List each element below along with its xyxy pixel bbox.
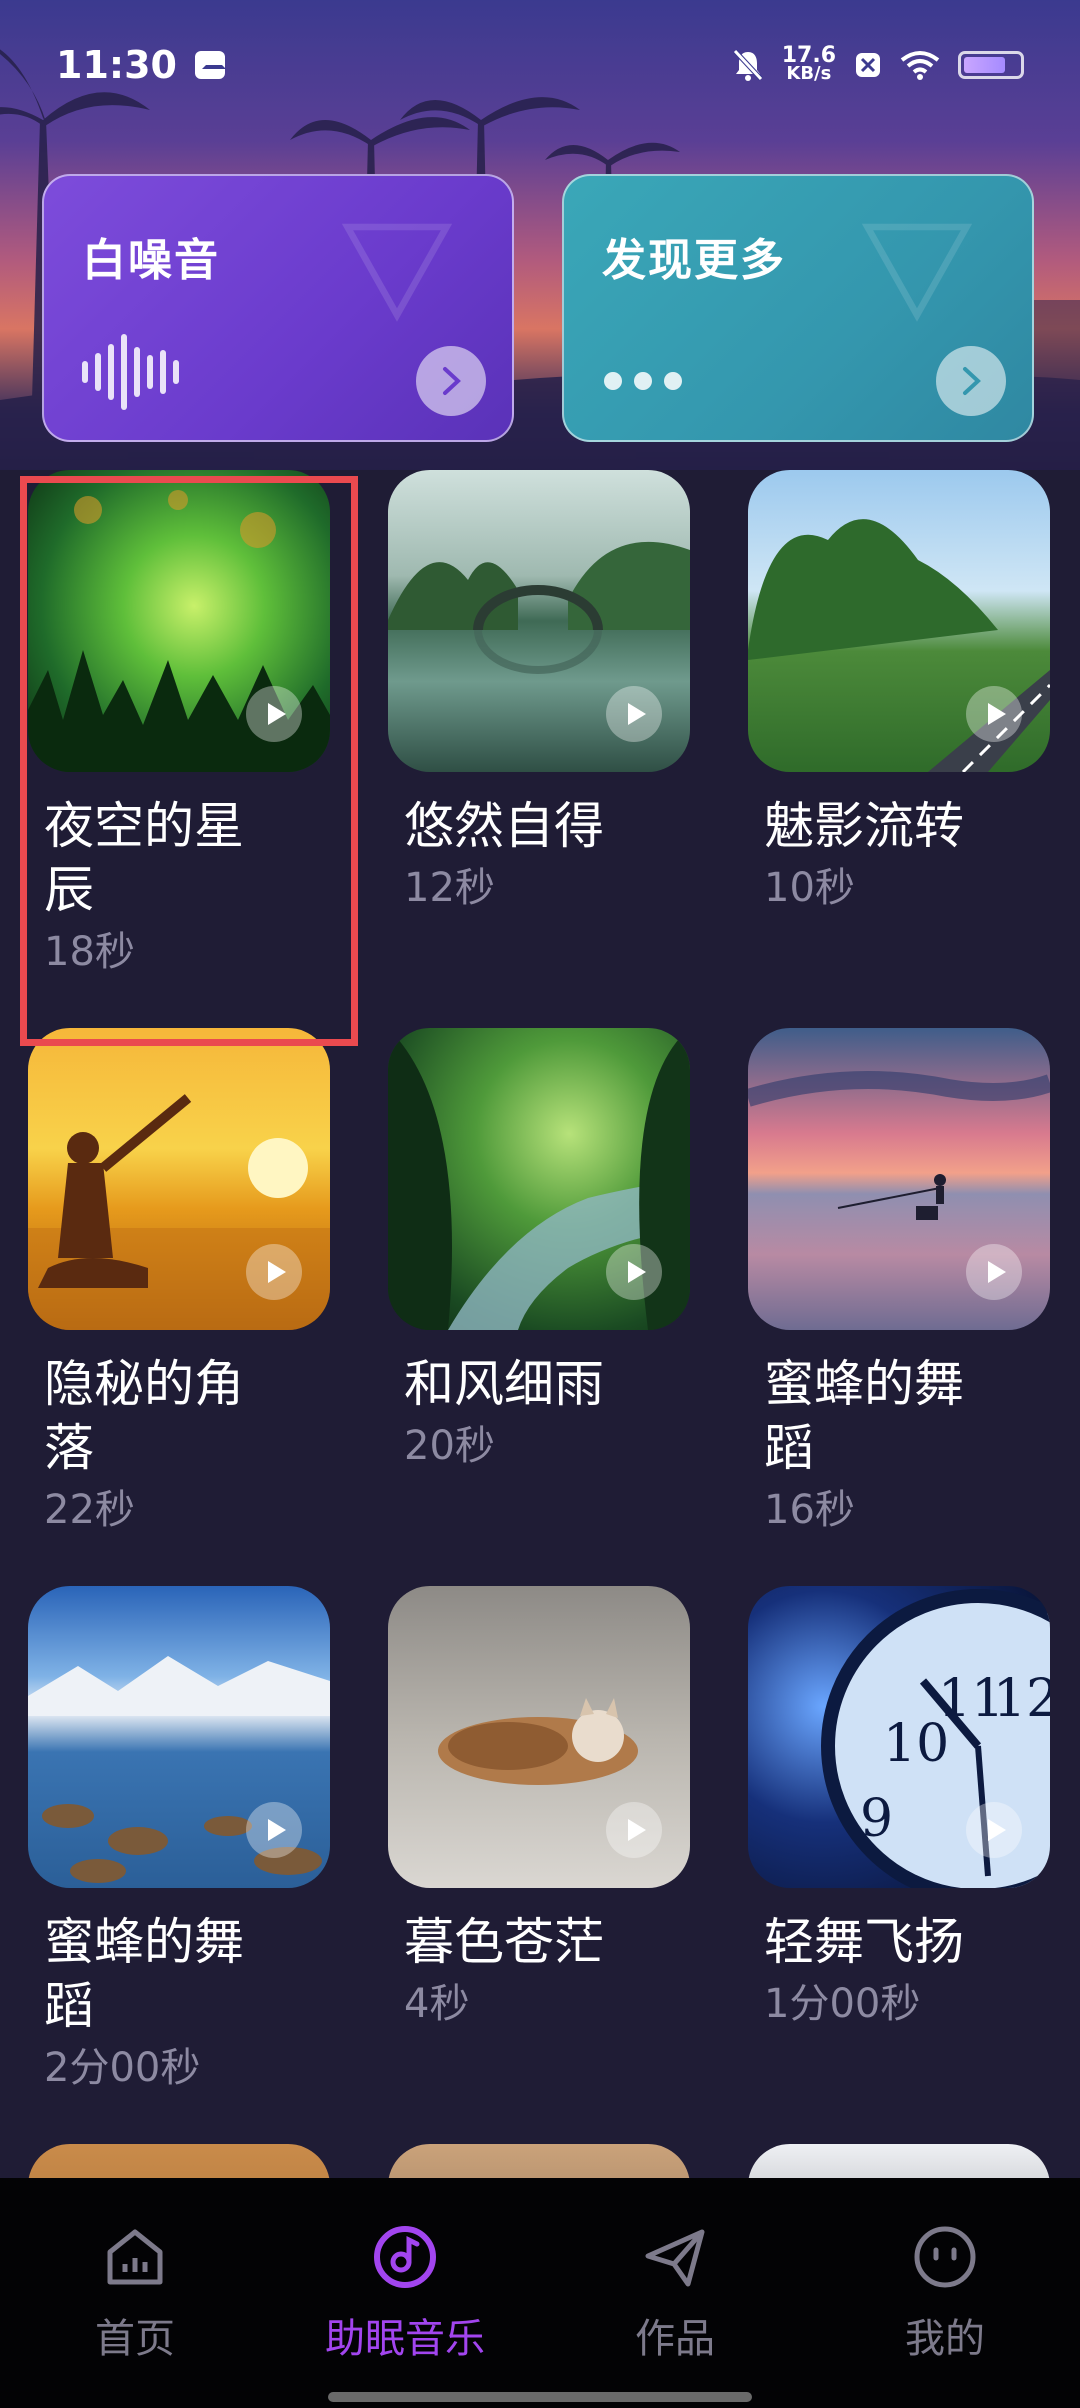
track-card[interactable]: 隐秘的角落 22秒 <box>28 1028 330 1536</box>
network-speed: 17.6 KB/s <box>782 45 836 84</box>
play-icon[interactable] <box>246 1802 302 1858</box>
chevron-right-icon <box>443 367 461 395</box>
discover-more-arrow-button[interactable] <box>936 346 1006 416</box>
track-duration: 12秒 <box>404 865 495 911</box>
track-card[interactable]: 蜜蜂的舞蹈 2分00秒 <box>28 1586 330 2094</box>
nav-label-sleep-music: 助眠音乐 <box>325 2316 485 2362</box>
track-card[interactable]: 悠然自得 12秒 <box>388 470 690 914</box>
more-dots-icon <box>604 372 682 390</box>
track-thumbnail-mountain-river <box>28 1586 330 1888</box>
play-icon[interactable] <box>606 1244 662 1300</box>
sound-wave-icon <box>82 334 179 410</box>
track-thumbnail-jungle-stream <box>388 1028 690 1330</box>
track-card[interactable]: 暮色苍茫 4秒 <box>388 1586 690 2030</box>
track-title: 暮色苍茫 <box>404 1913 604 1971</box>
track-duration: 1分00秒 <box>764 1981 921 2027</box>
play-icon[interactable] <box>246 1244 302 1300</box>
discover-more-title: 发现更多 <box>602 235 786 286</box>
wifi-icon <box>900 51 940 80</box>
nav-item-home[interactable]: 首页 <box>25 2222 245 2364</box>
track-title: 蜜蜂的舞蹈 <box>764 1355 964 1477</box>
play-icon[interactable] <box>606 686 662 742</box>
triangle-decoration-icon <box>342 223 452 322</box>
nav-label-mine: 我的 <box>905 2316 985 2362</box>
home-chart-icon <box>107 2229 163 2285</box>
track-thumbnail-sunset-yoga <box>28 1028 330 1330</box>
track-card[interactable]: 11 12 10 9 轻舞飞扬 1分00秒 <box>748 1586 1050 2030</box>
track-thumbnail-sleeping-kitten <box>388 1586 690 1888</box>
nav-item-works[interactable]: 作品 <box>565 2222 785 2364</box>
play-icon[interactable] <box>606 1802 662 1858</box>
nav-item-sleep-music[interactable]: 助眠音乐 <box>295 2222 515 2364</box>
track-title: 轻舞飞扬 <box>764 1913 964 1971</box>
white-noise-title: 白噪音 <box>82 235 220 286</box>
nav-label-works: 作品 <box>635 2316 715 2362</box>
play-icon[interactable] <box>966 1244 1022 1300</box>
bell-muted-icon <box>732 49 763 81</box>
track-duration: 2分00秒 <box>44 2045 201 2091</box>
white-noise-card[interactable]: 白噪音 <box>42 174 514 442</box>
status-icons: 17.6 KB/s <box>732 45 1024 84</box>
chevron-right-icon <box>963 367 981 395</box>
track-thumbnail-fisher-sunset <box>748 1028 1050 1330</box>
app-notification-icon <box>856 53 880 77</box>
track-title: 魅影流转 <box>764 797 964 855</box>
status-time-group: 11:30 <box>56 43 226 87</box>
track-duration: 20秒 <box>404 1423 495 1469</box>
track-thumbnail-clock: 11 12 10 9 <box>748 1586 1050 1888</box>
svg-text:10: 10 <box>883 1714 949 1774</box>
play-icon[interactable] <box>966 686 1022 742</box>
nav-label-home: 首页 <box>95 2316 175 2362</box>
track-card[interactable]: 魅影流转 10秒 <box>748 470 1050 914</box>
status-bar: 11:30 17.6 KB/s <box>0 0 1080 130</box>
track-card[interactable]: 蜜蜂的舞蹈 16秒 <box>748 1028 1050 1536</box>
battery-icon <box>958 51 1024 79</box>
network-speed-unit: KB/s <box>786 63 832 84</box>
svg-text:9: 9 <box>860 1789 893 1849</box>
clock-text: 11:30 <box>56 43 177 87</box>
track-title: 隐秘的角落 <box>44 1355 244 1477</box>
white-noise-arrow-button[interactable] <box>416 346 486 416</box>
bottom-navigation: 首页 助眠音乐 作品 我的 <box>0 2178 1080 2408</box>
face-icon <box>914 2226 976 2288</box>
track-duration: 4秒 <box>404 1981 470 2027</box>
paper-plane-icon <box>645 2229 705 2287</box>
svg-text:12: 12 <box>993 1669 1050 1729</box>
home-indicator[interactable] <box>328 2392 752 2402</box>
track-thumbnail-road-trees <box>748 470 1050 772</box>
track-title: 蜜蜂的舞蹈 <box>44 1913 244 2035</box>
music-disc-icon <box>374 2226 436 2288</box>
play-icon[interactable] <box>966 1802 1022 1858</box>
track-duration: 22秒 <box>44 1487 135 1533</box>
track-duration: 16秒 <box>764 1487 855 1533</box>
triangle-decoration-icon <box>862 223 972 322</box>
selection-highlight <box>20 476 358 1046</box>
track-title: 和风细雨 <box>404 1355 604 1413</box>
nav-item-mine[interactable]: 我的 <box>835 2222 1055 2364</box>
track-thumbnail-bridge-lake <box>388 470 690 772</box>
message-icon <box>194 51 226 79</box>
track-card[interactable]: 和风细雨 20秒 <box>388 1028 690 1472</box>
track-duration: 10秒 <box>764 865 855 911</box>
discover-more-card[interactable]: 发现更多 <box>562 174 1034 442</box>
track-title: 悠然自得 <box>404 797 604 855</box>
